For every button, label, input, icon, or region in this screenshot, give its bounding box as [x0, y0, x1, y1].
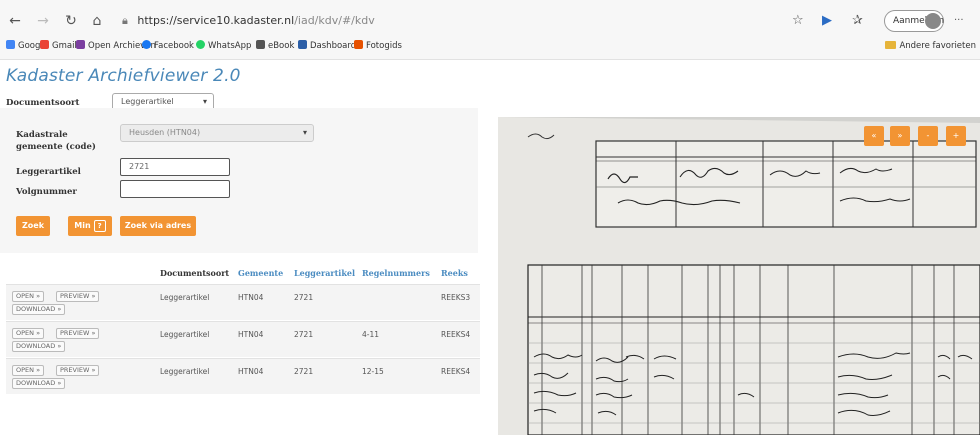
- back-icon[interactable]: ←: [6, 12, 24, 30]
- cell-gemeente: HTN04: [238, 293, 264, 302]
- bookmark-other-favorites[interactable]: Andere favorieten: [885, 36, 976, 56]
- preview-button[interactable]: PREVIEW »: [56, 291, 100, 302]
- cell-reeks: REEKS3: [441, 293, 471, 302]
- preview-button[interactable]: PREVIEW »: [56, 365, 100, 376]
- cell-reeks: REEKS4: [441, 330, 471, 339]
- cell-leggerartikel: 2721: [294, 293, 314, 302]
- zoom-out-button[interactable]: -: [918, 126, 938, 146]
- signin-button[interactable]: Aanmelden: [884, 10, 944, 32]
- cell-leggerartikel: 2721: [294, 367, 314, 376]
- document-viewer[interactable]: [498, 117, 980, 435]
- cell-gemeente: HTN04: [238, 330, 264, 339]
- kadastrale-label-2: gemeente (code): [16, 142, 96, 152]
- cell-gemeente: HTN04: [238, 367, 264, 376]
- extension-icon[interactable]: ▶: [822, 10, 832, 32]
- download-button[interactable]: DOWNLOAD »: [12, 378, 66, 389]
- kadastrale-label-1: Kadastrale: [16, 130, 68, 140]
- forward-icon[interactable]: →: [34, 12, 52, 30]
- col-regelnummers[interactable]: Regelnummers: [362, 268, 430, 278]
- cell-documentsoort: Leggerartikel: [160, 367, 210, 376]
- help-badge: ?: [93, 220, 106, 232]
- page-title: Kadaster Archiefviewer 2.0: [6, 66, 241, 86]
- col-documentsoort: Documentsoort: [160, 268, 230, 278]
- scanned-ledger-image: [498, 117, 980, 435]
- folder-icon: [885, 41, 897, 49]
- min-button[interactable]: Min?: [68, 216, 112, 236]
- refresh-icon[interactable]: ↻: [62, 12, 80, 30]
- documentsoort-label: Documentsoort: [6, 98, 80, 108]
- next-page-button[interactable]: »: [890, 126, 910, 146]
- cell-regelnummers: 12-15: [362, 367, 384, 376]
- cell-regelnummers: 4-11: [362, 330, 380, 339]
- address-bar[interactable]: 🔒︎ https://service10.kadaster.nl/iad/kdv…: [122, 10, 772, 32]
- bookmark-gmail[interactable]: Gmail: [40, 36, 77, 56]
- previous-page-button[interactable]: «: [864, 126, 884, 146]
- favorites-icon[interactable]: ✰: [852, 10, 863, 32]
- facebook-icon: [142, 40, 151, 49]
- zoom-in-button[interactable]: +: [946, 126, 966, 146]
- leggerartikel-input[interactable]: 2721: [120, 158, 230, 176]
- lock-icon: 🔒︎: [122, 14, 128, 27]
- dashboard-icon: [298, 40, 307, 49]
- table-row: OPEN » PREVIEW » DOWNLOAD » Leggerartike…: [6, 321, 480, 357]
- google-icon: [6, 40, 15, 49]
- avatar: [925, 13, 941, 29]
- bookmark-fotogids[interactable]: Fotogids: [354, 36, 402, 56]
- whatsapp-icon: [196, 40, 205, 49]
- volgnummer-input[interactable]: [120, 180, 230, 198]
- gmail-icon: [40, 40, 49, 49]
- bookmark-whatsapp[interactable]: WhatsApp: [196, 36, 251, 56]
- gemeente-select[interactable]: Heusden (HTN04) ▾: [120, 124, 314, 142]
- open-button[interactable]: OPEN »: [12, 365, 45, 376]
- download-button[interactable]: DOWNLOAD »: [12, 304, 66, 315]
- open-archieven-icon: [76, 40, 85, 49]
- table-row: OPEN » PREVIEW » DOWNLOAD » Leggerartike…: [6, 284, 480, 320]
- cell-documentsoort: Leggerartikel: [160, 293, 210, 302]
- cell-leggerartikel: 2721: [294, 330, 314, 339]
- bookmark-ebook[interactable]: eBook: [256, 36, 294, 56]
- cell-reeks: REEKS4: [441, 367, 471, 376]
- favorite-star-icon[interactable]: ☆: [792, 10, 804, 32]
- address-url: https://service10.kadaster.nl/iad/kdv/#/…: [137, 14, 375, 27]
- search-button[interactable]: Zoek: [16, 216, 50, 236]
- ebook-icon: [256, 40, 265, 49]
- fotogids-icon: [354, 40, 363, 49]
- table-row: OPEN » PREVIEW » DOWNLOAD » Leggerartike…: [6, 358, 480, 394]
- col-leggerartikel[interactable]: Leggerartikel: [294, 268, 355, 278]
- more-menu-icon[interactable]: ···: [954, 10, 964, 32]
- col-reeks[interactable]: Reeks: [441, 268, 468, 278]
- search-address-button[interactable]: Zoek via adres: [120, 216, 196, 236]
- open-button[interactable]: OPEN »: [12, 291, 45, 302]
- preview-button[interactable]: PREVIEW »: [56, 328, 100, 339]
- chevron-down-icon: ▾: [302, 128, 307, 137]
- browser-toolbar: ← → ↻ ⌂ 🔒︎ https://service10.kadaster.nl…: [0, 0, 980, 60]
- bookmark-facebook[interactable]: Facebook: [142, 36, 194, 56]
- home-icon[interactable]: ⌂: [88, 12, 106, 30]
- open-button[interactable]: OPEN »: [12, 328, 45, 339]
- bookmarks-bar: Google Gmail Open Archieven Facebook Wha…: [0, 36, 980, 56]
- volgnummer-label: Volgnummer: [16, 187, 77, 197]
- leggerartikel-label: Leggerartikel: [16, 167, 81, 177]
- cell-documentsoort: Leggerartikel: [160, 330, 210, 339]
- col-gemeente[interactable]: Gemeente: [238, 268, 283, 278]
- bookmark-dashboard[interactable]: Dashboard: [298, 36, 356, 56]
- download-button[interactable]: DOWNLOAD »: [12, 341, 66, 352]
